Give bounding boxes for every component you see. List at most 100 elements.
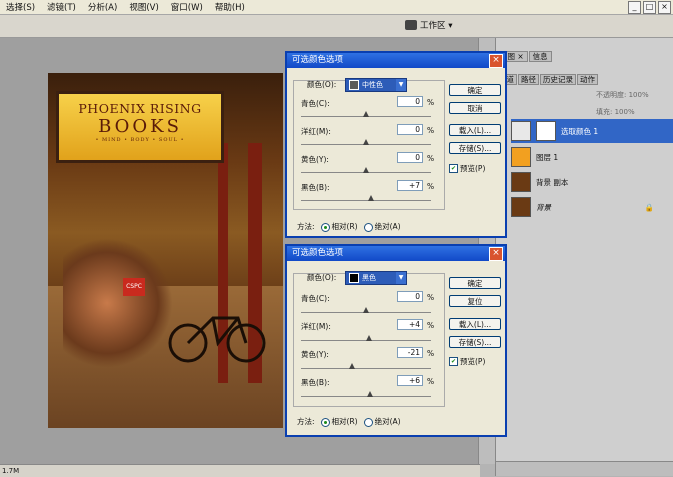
method-relative-label: 相对(R) bbox=[331, 417, 358, 426]
opacity-label[interactable]: 不透明度: 100% bbox=[596, 90, 649, 100]
preview-label: 预览(P) bbox=[460, 164, 486, 173]
method-absolute-radio[interactable]: 绝对(A) bbox=[363, 221, 401, 232]
method-relative-radio[interactable]: 相对(R) bbox=[320, 221, 358, 232]
panel-tabs: 通道 路径 历史记录 动作 bbox=[496, 74, 673, 85]
status-bar: 1.7M bbox=[0, 464, 480, 477]
method-label: 方法: bbox=[297, 222, 315, 231]
save-button[interactable]: 存储(S)... bbox=[449, 336, 501, 348]
cyan-input[interactable]: 0 bbox=[397, 291, 423, 302]
menu-select[interactable]: 选择(S) bbox=[0, 1, 41, 13]
magenta-input[interactable]: +4 bbox=[397, 319, 423, 330]
layer-thumb bbox=[511, 121, 531, 141]
preview-label: 预览(P) bbox=[460, 357, 486, 366]
cyan-label: 青色(C): bbox=[301, 99, 330, 108]
layer-thumb bbox=[511, 197, 531, 217]
black-slider-track bbox=[301, 200, 431, 201]
panel-tabs-top: 方图 × 信息 bbox=[496, 51, 673, 62]
shirt-logo: CSPC bbox=[123, 278, 145, 296]
magenta-slider-thumb[interactable] bbox=[365, 335, 372, 341]
save-button[interactable]: 存储(S)... bbox=[449, 142, 501, 154]
black-slider-thumb[interactable] bbox=[367, 195, 374, 201]
menu-analysis[interactable]: 分析(A) bbox=[82, 1, 123, 13]
reset-button[interactable]: 复位 bbox=[449, 295, 501, 307]
yellow-slider-thumb[interactable] bbox=[363, 167, 369, 173]
document-image[interactable]: CSPC PHOENIX RISING BOOKS • MIND • BODY … bbox=[48, 73, 283, 428]
percent-sign: % bbox=[427, 126, 435, 135]
yellow-slider-track bbox=[301, 368, 431, 369]
menu-window[interactable]: 窗口(W) bbox=[165, 1, 209, 13]
menu-view[interactable]: 视图(V) bbox=[123, 1, 164, 13]
ok-button[interactable]: 确定 bbox=[449, 84, 501, 96]
colors-select[interactable]: 黑色 ▼ bbox=[345, 271, 407, 285]
workspace-icon bbox=[405, 20, 417, 30]
layer-row-selective-color[interactable]: 选取颜色 1 bbox=[511, 119, 673, 143]
selective-color-dialog-2: 可选颜色选项 × 颜色(O): 黑色 ▼ 青色(C): 0 % 洋红(M): +… bbox=[285, 244, 507, 437]
preview-checkbox[interactable]: ✔ 预览(P) bbox=[449, 356, 485, 367]
tab-paths[interactable]: 路径 bbox=[518, 74, 539, 85]
method-label: 方法: bbox=[297, 417, 315, 426]
preview-checkbox[interactable]: ✔ 预览(P) bbox=[449, 163, 485, 174]
colors-select-value: 中性色 bbox=[362, 81, 383, 89]
percent-sign: % bbox=[427, 349, 435, 358]
menu-filter[interactable]: 滤镜(T) bbox=[41, 1, 82, 13]
colors-select[interactable]: 中性色 ▼ bbox=[345, 78, 407, 92]
percent-sign: % bbox=[427, 321, 435, 330]
cyan-label: 青色(C): bbox=[301, 294, 330, 303]
tab-history[interactable]: 历史记录 bbox=[540, 74, 576, 85]
sign-line-1: PHOENIX RISING bbox=[78, 101, 202, 116]
lock-icon: 🔒 bbox=[644, 202, 654, 212]
fill-label[interactable]: 填充: 100% bbox=[596, 107, 635, 117]
layers-panel: 方图 × 信息 通道 路径 历史记录 动作 不透明度: 100% 填充: 100… bbox=[495, 38, 673, 476]
tab-actions[interactable]: 动作 bbox=[577, 74, 598, 85]
radio-icon bbox=[363, 417, 373, 427]
cyan-slider-thumb[interactable] bbox=[363, 307, 369, 313]
menu-bar: 选择(S) 滤镜(T) 分析(A) 视图(V) 窗口(W) 帮助(H) _ □ … bbox=[0, 0, 673, 15]
magenta-input[interactable]: 0 bbox=[397, 124, 423, 135]
magenta-slider-thumb[interactable] bbox=[363, 139, 369, 145]
black-input[interactable]: +7 bbox=[397, 180, 423, 191]
percent-sign: % bbox=[427, 98, 435, 107]
layer-row-bg-copy[interactable]: 背景 副本 bbox=[511, 170, 673, 194]
cyan-slider-thumb[interactable] bbox=[363, 111, 369, 117]
load-button[interactable]: 载入(L)... bbox=[449, 124, 501, 136]
layer-name: 背景 副本 bbox=[536, 177, 569, 187]
layer-row-layer1[interactable]: 图层 1 bbox=[511, 145, 673, 169]
cancel-button[interactable]: 取消 bbox=[449, 102, 501, 114]
black-input[interactable]: +6 bbox=[397, 375, 423, 386]
minimize-button[interactable]: _ bbox=[628, 1, 641, 14]
tab-info[interactable]: 信息 bbox=[528, 51, 552, 62]
method-absolute-label: 绝对(A) bbox=[374, 222, 401, 231]
layer-row-background[interactable]: 背景 🔒 bbox=[511, 195, 673, 219]
sign-line-2: BOOKS bbox=[98, 116, 182, 137]
layer-thumb bbox=[511, 147, 531, 167]
yellow-input[interactable]: 0 bbox=[397, 152, 423, 163]
layer-name: 选取颜色 1 bbox=[561, 126, 599, 136]
menu-help[interactable]: 帮助(H) bbox=[209, 1, 251, 13]
shop-sign: PHOENIX RISING BOOKS • MIND • BODY • SOU… bbox=[56, 91, 224, 163]
status-text: 1.7M bbox=[2, 467, 20, 475]
layer-name: 图层 1 bbox=[536, 152, 559, 162]
people-group bbox=[63, 238, 173, 368]
close-icon[interactable]: × bbox=[489, 54, 503, 68]
radio-selected-icon bbox=[320, 222, 330, 232]
yellow-input[interactable]: -21 bbox=[397, 347, 423, 358]
selective-color-dialog-1: 可选颜色选项 × 颜色(O): 中性色 ▼ 青色(C): 0 % 洋红(M): … bbox=[285, 51, 507, 238]
method-absolute-label: 绝对(A) bbox=[374, 417, 401, 426]
bicycle-graphic bbox=[168, 316, 266, 363]
method-relative-radio[interactable]: 相对(R) bbox=[320, 416, 358, 427]
checkmark-icon: ✔ bbox=[449, 164, 458, 173]
colors-label: 颜色(O): bbox=[307, 273, 337, 282]
ok-button[interactable]: 确定 bbox=[449, 277, 501, 289]
close-button[interactable]: × bbox=[658, 1, 671, 14]
workspace-button[interactable]: 工作区 ▾ bbox=[405, 16, 475, 34]
maximize-button[interactable]: □ bbox=[643, 1, 656, 14]
load-button[interactable]: 载入(L)... bbox=[449, 318, 501, 330]
yellow-slider-thumb[interactable] bbox=[349, 363, 356, 369]
black-slider-thumb[interactable] bbox=[366, 391, 373, 397]
method-absolute-radio[interactable]: 绝对(A) bbox=[363, 416, 401, 427]
color-swatch bbox=[349, 80, 359, 90]
layers-panel-footer bbox=[496, 461, 673, 476]
cyan-input[interactable]: 0 bbox=[397, 96, 423, 107]
close-icon[interactable]: × bbox=[489, 247, 503, 261]
yellow-label: 黄色(Y): bbox=[301, 155, 329, 164]
